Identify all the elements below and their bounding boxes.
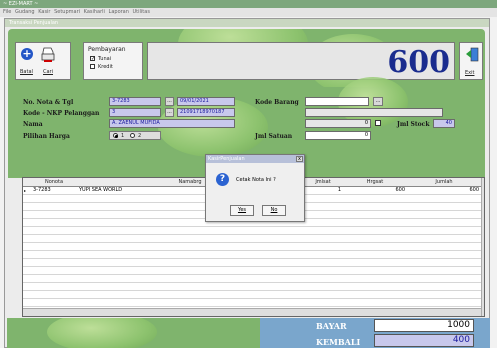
window-title-bar: Transaksi Penjualan: [5, 19, 489, 27]
kredit-checkbox[interactable]: [90, 64, 95, 69]
menu-bar: File Gudang Kasir Setupmari Kasiharli La…: [0, 8, 497, 17]
col-nonota[interactable]: Nonota: [31, 178, 78, 187]
exit-door-icon: [466, 47, 479, 62]
batal-button[interactable]: Batal: [20, 69, 33, 75]
pilihan-harga-label: Pilihan Harga: [23, 133, 70, 140]
cari-button[interactable]: Cari: [43, 69, 53, 75]
harga-display: 0: [305, 119, 371, 128]
jml-satuan-label: Jml Satuan: [255, 133, 293, 140]
kode-pelanggan-label: Kode - NKP Pelanggan: [23, 110, 100, 117]
tanggal-input[interactable]: 09/01/2021: [177, 97, 235, 106]
menu-kasir[interactable]: Kasir: [38, 9, 50, 15]
nota-lookup-button[interactable]: ...: [165, 97, 174, 106]
printer-icon[interactable]: [41, 47, 55, 63]
empty-row: [23, 259, 481, 267]
app-title: ~ EZI-MART ~: [3, 1, 39, 7]
exit-button[interactable]: Exit: [459, 42, 483, 80]
jml-stock-label: Jml Stock: [397, 121, 430, 128]
no-button[interactable]: No: [262, 205, 286, 216]
jml-satuan-input[interactable]: 0: [305, 131, 371, 140]
print-confirm-dialog: KasirPenjualan x ? Cetak Nota Ini ? Yes …: [205, 154, 305, 222]
empty-row: [23, 299, 481, 307]
jml-stock-value: 40: [433, 119, 455, 128]
tunai-checkbox[interactable]: ✓: [90, 56, 95, 62]
question-icon: ?: [216, 173, 229, 186]
cell-hrgsat: 600: [395, 187, 405, 193]
yes-button[interactable]: Yes: [230, 205, 254, 216]
cell-jmlsat: 1: [337, 187, 341, 193]
nama-barang-display: [305, 108, 443, 117]
empty-row: [23, 227, 481, 235]
kode-barang-label: Kode Barang: [255, 99, 299, 106]
bayar-label: BAYAR: [316, 321, 347, 331]
pilihan-2-label: 2: [138, 133, 142, 139]
empty-row: [23, 283, 481, 291]
dialog-close-button[interactable]: x: [296, 156, 303, 162]
cell-jumlah: 600: [469, 187, 479, 193]
nama-input[interactable]: A. ZAENUL MUFIDA: [109, 119, 235, 128]
nama-label: Nama: [23, 121, 43, 128]
menu-laporan[interactable]: Laporan: [109, 9, 129, 15]
dialog-message: Cetak Nota Ini ?: [236, 177, 276, 183]
barang-lookup-button[interactable]: ...: [373, 97, 383, 106]
harga-checkbox[interactable]: [375, 120, 381, 126]
empty-row: [23, 235, 481, 243]
col-jumlah[interactable]: Jumlah: [407, 178, 482, 187]
no-button-label: No: [270, 207, 278, 213]
yes-button-label: Yes: [237, 207, 247, 213]
kembali-value: 400: [374, 334, 474, 347]
grid-horizontal-scrollbar[interactable]: [23, 308, 481, 316]
total-amount: 600: [387, 45, 450, 80]
pilihan-1-label: 1: [121, 133, 125, 139]
empty-row: [23, 291, 481, 299]
pilihan-1-radio[interactable]: [113, 133, 118, 138]
col-hrgsat[interactable]: Hrgsat: [343, 178, 408, 187]
total-display: 600: [147, 42, 455, 80]
empty-row: [23, 251, 481, 259]
empty-row: [23, 275, 481, 283]
menu-setup[interactable]: Setupmari: [54, 9, 80, 15]
nkp-input[interactable]: 21091718970187: [177, 108, 235, 117]
pembayaran-title: Pembayaran: [88, 46, 126, 53]
exit-label: Exit: [465, 70, 475, 76]
pilihan-2-radio[interactable]: [130, 133, 135, 138]
nota-label: No. Nota & Tgl: [23, 99, 74, 106]
window-title: Transaksi Penjualan: [9, 20, 59, 26]
col-jmlsat[interactable]: Jmlsat: [303, 178, 344, 187]
toolbar: + Batal Cari: [15, 42, 71, 80]
kredit-label: Kredit: [98, 64, 113, 70]
tunai-label: Tunai: [98, 56, 112, 62]
empty-row: [23, 267, 481, 275]
menu-gudang[interactable]: Gudang: [15, 9, 35, 15]
app-title-bar: ~ EZI-MART ~: [0, 0, 497, 8]
cell-nonota: 3-7283: [33, 187, 51, 193]
nota-input[interactable]: 3-7283: [109, 97, 161, 106]
leaf-decoration: [47, 318, 157, 348]
kode-pelanggan-input[interactable]: 3: [109, 108, 161, 117]
kembali-label: KEMBALI: [316, 337, 361, 347]
pilihan-harga-group: 1 2: [109, 131, 161, 140]
menu-kasiharli[interactable]: Kasiharli: [84, 9, 105, 15]
kode-barang-input[interactable]: [305, 97, 369, 106]
dialog-title-bar: KasirPenjualan: [206, 155, 304, 163]
pelanggan-lookup-button[interactable]: ...: [165, 108, 174, 117]
pembayaran-box: Pembayaran ✓ Tunai Kredit: [83, 42, 143, 80]
plus-icon[interactable]: +: [21, 48, 33, 60]
menu-utilitas[interactable]: Utilitas: [133, 9, 150, 15]
empty-row: [23, 243, 481, 251]
dialog-title: KasirPenjualan: [208, 156, 245, 162]
bayar-input[interactable]: 1000: [374, 319, 474, 332]
row-indicator-icon: ▸: [24, 188, 27, 193]
grid-vertical-scrollbar[interactable]: [481, 178, 484, 316]
menu-file[interactable]: File: [3, 9, 11, 15]
